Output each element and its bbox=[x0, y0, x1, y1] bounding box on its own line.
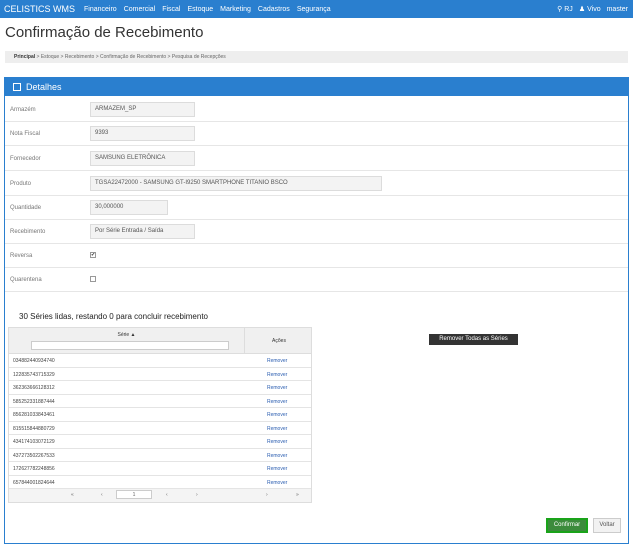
breadcrumb-path[interactable]: > Estoque > Recebimento > Confirmação de… bbox=[35, 54, 226, 60]
nav-item-marketing[interactable]: Marketing bbox=[220, 6, 251, 13]
quarentena-checkbox[interactable] bbox=[90, 276, 96, 282]
row-quarentena: Quarentena bbox=[5, 268, 628, 292]
table-row: 815515844880729 Remover bbox=[9, 422, 311, 435]
table-row: 437273502267533 Remover bbox=[9, 449, 311, 462]
table-pagination: « ‹ 1 ‹ › › » bbox=[9, 489, 311, 502]
fornecedor-field: SAMSUNG ELETRÔNICA bbox=[90, 151, 195, 166]
quantidade-label: Quantidade bbox=[10, 205, 42, 211]
table-row: 172627782248856 Remover bbox=[9, 462, 311, 476]
nav-item-seguranca[interactable]: Segurança bbox=[297, 6, 331, 13]
details-panel: Detalhes Armazém ARMAZEM_SP Nota Fiscal … bbox=[4, 77, 629, 544]
table-row: 585252331887444 Remover bbox=[9, 395, 311, 408]
remove-link[interactable]: Remover bbox=[267, 385, 287, 391]
remove-link[interactable]: Remover bbox=[267, 399, 287, 405]
serie-cell: 437273502267533 bbox=[13, 452, 55, 459]
panel-title: Detalhes bbox=[26, 82, 62, 92]
nav-item-estoque[interactable]: Estoque bbox=[187, 6, 213, 13]
table-row: 657844001824644 Remover bbox=[9, 476, 311, 489]
serie-cell: 657844001824644 bbox=[13, 479, 55, 486]
remove-link[interactable]: Remover bbox=[267, 453, 287, 459]
serie-cell: 856281033843461 bbox=[13, 412, 55, 418]
produto-label: Produto bbox=[10, 181, 32, 187]
row-fornecedor: Fornecedor SAMSUNG ELETRÔNICA bbox=[5, 147, 628, 171]
navbar-right: ⚲ RJ ♟ Vivo master bbox=[551, 0, 628, 18]
recebimento-field: Por Série Entrada / Saída bbox=[90, 224, 195, 239]
quantidade-field: 30,000000 bbox=[90, 200, 168, 215]
top-navbar: CELISTICS WMS Financeiro Comercial Fisca… bbox=[0, 0, 633, 18]
row-quantidade: Quantidade 30,000000 bbox=[5, 196, 628, 220]
table-row: 034882440934740 Remover bbox=[9, 354, 311, 368]
user-icon: ♟ bbox=[578, 6, 586, 13]
col-serie-label: Série ▲ bbox=[117, 332, 136, 338]
col-acoes-header: Ações bbox=[272, 338, 286, 344]
remove-link[interactable]: Remover bbox=[267, 466, 287, 472]
page-title: Confirmação de Recebimento bbox=[5, 24, 204, 41]
breadcrumb: Principal > Estoque > Recebimento > Conf… bbox=[5, 51, 628, 63]
back-button[interactable]: Voltar bbox=[593, 518, 621, 533]
confirm-button[interactable]: Confirmar bbox=[546, 518, 588, 533]
remove-link[interactable]: Remover bbox=[267, 412, 287, 418]
row-reversa: Reversa ✔ bbox=[5, 244, 628, 268]
breadcrumb-root[interactable]: Principal bbox=[14, 54, 35, 60]
reversa-checkbox[interactable]: ✔ bbox=[90, 252, 96, 258]
table-row: 362363666128312 Remover bbox=[9, 381, 311, 395]
serie-cell: 034882440934740 bbox=[13, 358, 55, 364]
page-next-icon[interactable]: › bbox=[196, 492, 198, 498]
location-label[interactable]: RJ bbox=[564, 6, 573, 13]
panel-header: Detalhes bbox=[5, 78, 628, 96]
quarentena-label: Quarentena bbox=[10, 277, 42, 283]
row-recebimento: Recebimento Por Série Entrada / Saída bbox=[5, 220, 628, 244]
armazem-field: ARMAZEM_SP bbox=[90, 102, 195, 117]
row-nota-fiscal: Nota Fiscal 9393 bbox=[5, 122, 628, 146]
nota-fiscal-field: 9393 bbox=[90, 126, 195, 141]
location-pin-icon: ⚲ bbox=[557, 6, 563, 13]
remove-link[interactable]: Remover bbox=[267, 426, 287, 432]
nav-item-comercial[interactable]: Comercial bbox=[124, 6, 156, 13]
table-row: 434174103072129 Remover bbox=[9, 435, 311, 449]
remove-all-series-button[interactable]: Remover Todas as Séries bbox=[429, 334, 518, 345]
table-row: 856281033843461 Remover bbox=[9, 408, 311, 422]
remove-link[interactable]: Remover bbox=[267, 439, 287, 445]
page-prev-icon[interactable]: ‹ bbox=[166, 492, 168, 498]
current-page-input[interactable]: 1 bbox=[116, 490, 152, 499]
series-summary: 30 Séries lidas, restando 0 para conclui… bbox=[19, 312, 208, 321]
table-row: 122835743715329 Remover bbox=[9, 368, 311, 381]
last-page-button[interactable]: » bbox=[296, 492, 299, 498]
nav-item-cadastros[interactable]: Cadastros bbox=[258, 6, 290, 13]
user-label[interactable]: Vivo bbox=[587, 6, 601, 13]
series-table-header: Série ▲ Ações bbox=[9, 328, 311, 354]
serie-cell: 362363666128312 bbox=[13, 385, 55, 391]
nota-fiscal-label: Nota Fiscal bbox=[10, 131, 41, 137]
prev-page-button[interactable]: ‹ bbox=[101, 492, 103, 498]
series-table: Série ▲ Ações 034882440934740 Remover 12… bbox=[8, 327, 312, 503]
role-label[interactable]: master bbox=[607, 6, 628, 13]
reversa-label: Reversa bbox=[10, 253, 33, 259]
remove-link[interactable]: Remover bbox=[267, 372, 287, 378]
brand-logo[interactable]: CELISTICS WMS bbox=[0, 4, 84, 14]
serie-cell: 172627782248856 bbox=[13, 466, 55, 472]
armazem-label: Armazém bbox=[10, 107, 36, 113]
first-page-button[interactable]: « bbox=[71, 492, 74, 498]
remove-link[interactable]: Remover bbox=[267, 358, 287, 364]
fornecedor-label: Fornecedor bbox=[10, 156, 41, 162]
serie-cell: 434174103072129 bbox=[13, 439, 55, 445]
row-produto: Produto TGSA22472000 - SAMSUNG GT-I9250 … bbox=[5, 172, 628, 196]
row-armazem: Armazém ARMAZEM_SP bbox=[5, 98, 628, 122]
next-page-button[interactable]: › bbox=[266, 492, 268, 498]
serie-cell: 122835743715329 bbox=[13, 371, 55, 378]
serie-filter-input[interactable] bbox=[31, 341, 229, 350]
recebimento-label: Recebimento bbox=[10, 229, 46, 235]
details-icon bbox=[13, 83, 21, 91]
serie-cell: 815515844880729 bbox=[13, 425, 55, 432]
nav-item-financeiro[interactable]: Financeiro bbox=[84, 6, 117, 13]
col-serie-header[interactable]: Série ▲ bbox=[9, 328, 245, 354]
remove-link[interactable]: Remover bbox=[267, 480, 287, 486]
serie-cell: 585252331887444 bbox=[13, 398, 55, 405]
nav-item-fiscal[interactable]: Fiscal bbox=[162, 6, 180, 13]
produto-field: TGSA22472000 - SAMSUNG GT-I9250 SMARTPHO… bbox=[90, 176, 382, 191]
